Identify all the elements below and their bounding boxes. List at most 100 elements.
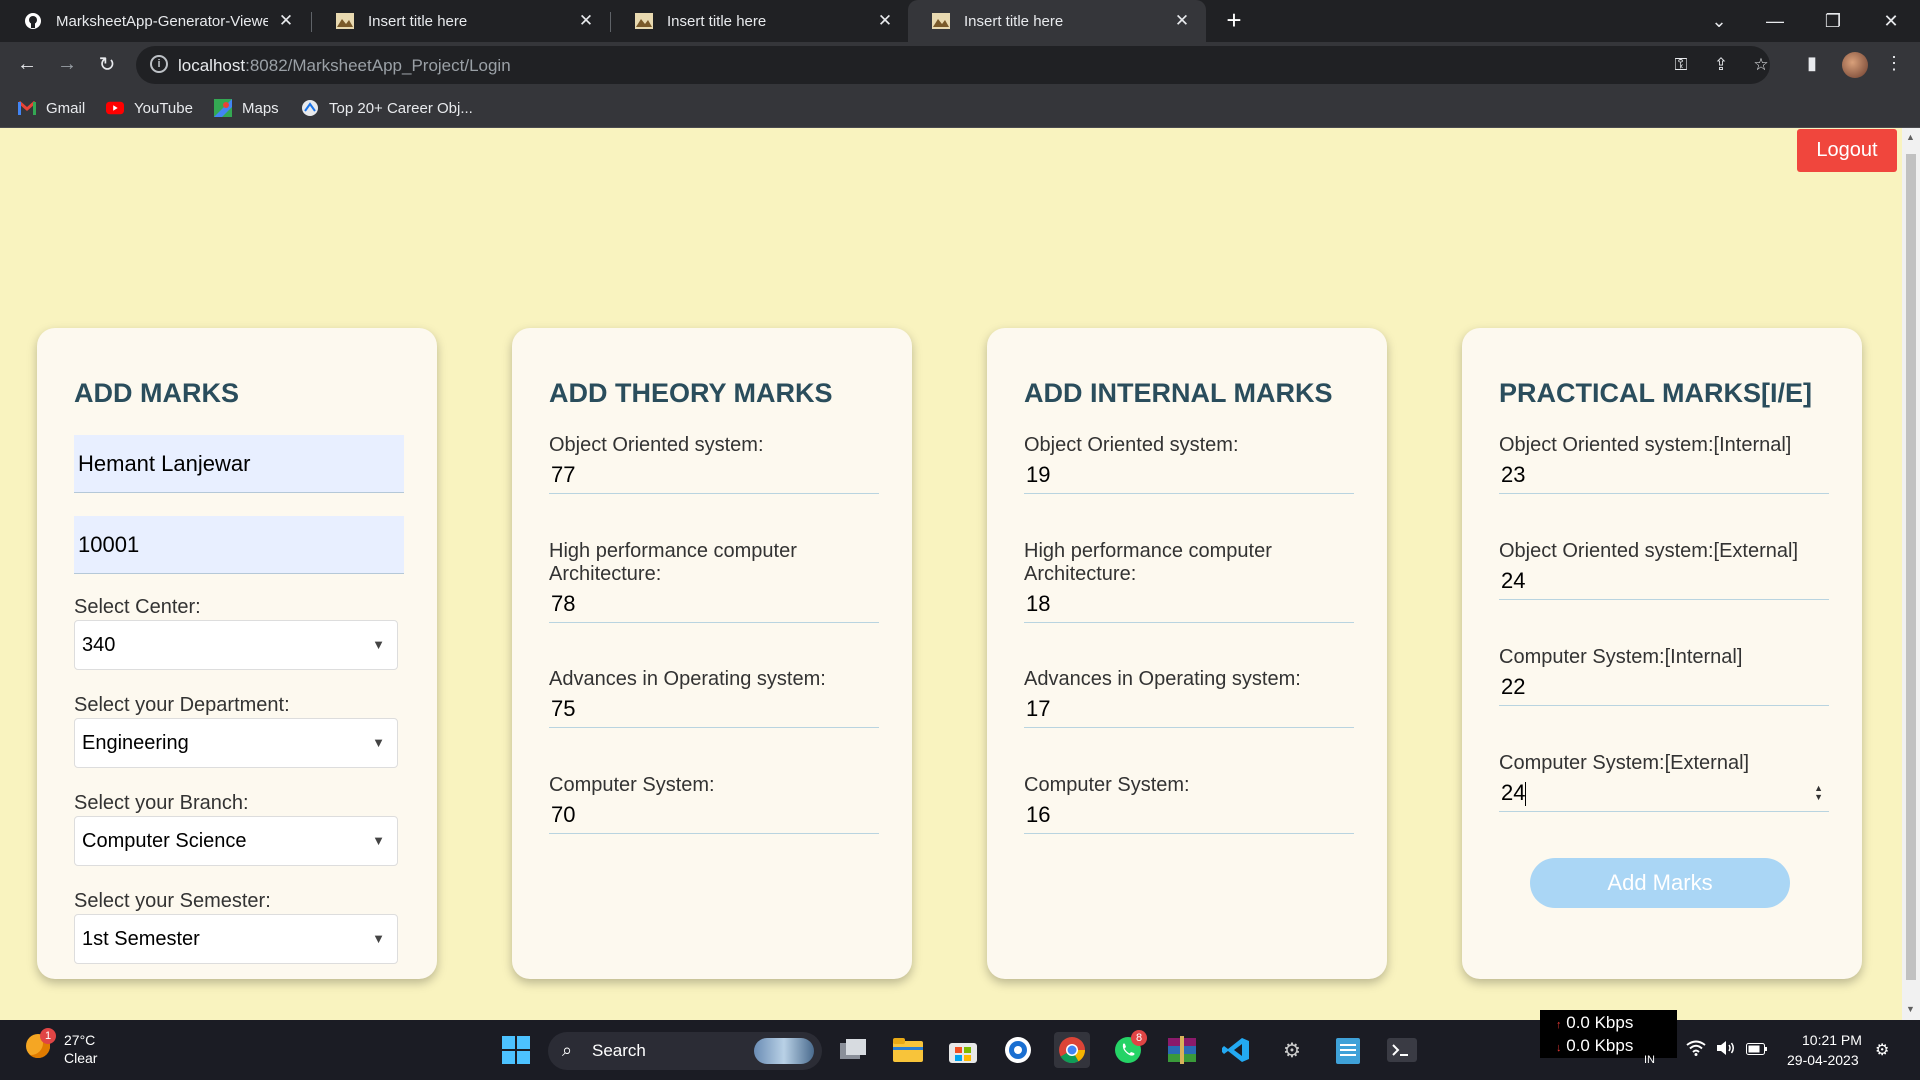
globe-icon xyxy=(301,99,319,117)
key-icon[interactable]: ⚿ xyxy=(1670,54,1692,76)
net-up-value: 0.0 Kbps xyxy=(1566,1013,1634,1032)
internal-hpca-field: High performance computer Architecture: … xyxy=(1024,540,1354,623)
wifi-icon[interactable] xyxy=(1686,1040,1706,1061)
theory-marks-card: ADD THEORY MARKS Object Oriented system:… xyxy=(512,328,912,979)
new-tab-button[interactable]: + xyxy=(1219,5,1249,35)
tab-insert-title-2[interactable]: Insert title here ✕ xyxy=(611,0,909,42)
logout-button[interactable]: Logout xyxy=(1797,129,1897,172)
terminal-icon[interactable] xyxy=(1384,1032,1420,1068)
select-value: 1st Semester xyxy=(82,928,200,950)
weather-temp: 27°C xyxy=(64,1032,96,1048)
tab-insert-title-3[interactable]: Insert title here ✕ xyxy=(908,0,1206,42)
microsoft-store-icon[interactable] xyxy=(945,1032,981,1068)
vscode-icon[interactable] xyxy=(1218,1032,1254,1068)
branch-select[interactable]: Computer Science ▼ xyxy=(74,816,398,866)
tab-strip: MarksheetApp-Generator-Viewer ✕ Insert t… xyxy=(0,0,1920,42)
settings-gear-icon[interactable]: ⚙ xyxy=(1274,1032,1310,1068)
url-host: localhost xyxy=(178,56,246,75)
side-panel-icon[interactable]: ▮ xyxy=(1800,51,1824,75)
close-icon[interactable]: ✕ xyxy=(276,11,296,31)
field-label: High performance computer Architecture: xyxy=(1024,540,1272,585)
field-label: High performance computer Architecture: xyxy=(549,540,797,585)
clock-date[interactable]: 29-04-2023 xyxy=(1787,1052,1859,1068)
practical-oos-external-input[interactable]: 24 xyxy=(1499,563,1829,600)
share-icon[interactable]: ⇪ xyxy=(1710,54,1732,76)
volume-icon[interactable] xyxy=(1716,1040,1736,1061)
restore-button[interactable]: ❐ xyxy=(1808,0,1858,42)
upload-arrow-icon: ↑ xyxy=(1556,1019,1562,1031)
taskbar-search[interactable]: ⌕ Search xyxy=(548,1032,822,1070)
semester-select[interactable]: 1st Semester ▼ xyxy=(74,914,398,964)
clock-time[interactable]: 10:21 PM xyxy=(1802,1032,1862,1048)
theory-oos-input[interactable]: 77 xyxy=(549,457,879,494)
tab-github[interactable]: MarksheetApp-Generator-Viewer ✕ xyxy=(0,0,310,42)
internal-oos-input[interactable]: 19 xyxy=(1024,457,1354,494)
github-icon xyxy=(24,12,42,30)
notification-bell-icon[interactable]: ⚙ xyxy=(1875,1040,1889,1060)
number-spinner-icon[interactable]: ▲ ▼ xyxy=(1814,784,1823,802)
bookmark-career[interactable]: Top 20+ Career Obj... xyxy=(301,97,473,119)
card-title: ADD MARKS xyxy=(74,378,239,408)
file-explorer-icon[interactable] xyxy=(890,1032,926,1068)
department-label: Select your Department: xyxy=(74,694,290,716)
scrollbar-thumb[interactable] xyxy=(1906,154,1916,980)
close-window-button[interactable]: ✕ xyxy=(1866,0,1916,42)
minimize-button[interactable]: — xyxy=(1750,0,1800,42)
close-icon[interactable]: ✕ xyxy=(875,11,895,31)
edge-browser-icon[interactable] xyxy=(1000,1032,1036,1068)
field-label: Object Oriented system:[External] xyxy=(1499,540,1799,562)
practical-cs-internal-input[interactable]: 22 xyxy=(1499,669,1829,706)
roll-number-input[interactable]: 10001 xyxy=(74,516,404,574)
address-bar[interactable]: i localhost:8082/MarksheetApp_Project/Lo… xyxy=(136,46,1770,84)
bookmark-star-icon[interactable]: ☆ xyxy=(1750,54,1772,76)
net-upload: ↑ 0.0 Kbps xyxy=(1556,1013,1633,1033)
menu-kebab-icon[interactable]: ⋮ xyxy=(1882,51,1906,75)
theory-cs-input[interactable]: 70 xyxy=(549,797,879,834)
chrome-icon[interactable] xyxy=(1054,1032,1090,1068)
whatsapp-badge: 8 xyxy=(1131,1030,1147,1046)
bookmark-youtube[interactable]: YouTube xyxy=(106,97,193,119)
notepad-icon[interactable] xyxy=(1330,1032,1366,1068)
internal-hpca-input[interactable]: 18 xyxy=(1024,586,1354,623)
forward-arrow-icon[interactable]: → xyxy=(52,49,82,79)
internal-aos-input[interactable]: 17 xyxy=(1024,691,1354,728)
bookmarks-bar: Gmail YouTube Maps Top 20+ Career Obj... xyxy=(0,88,1920,128)
task-view-icon[interactable] xyxy=(836,1032,872,1068)
reload-icon[interactable]: ↻ xyxy=(92,49,122,79)
scroll-down-arrow-icon[interactable]: ▼ xyxy=(1906,1004,1915,1014)
theory-aos-input[interactable]: 75 xyxy=(549,691,879,728)
theory-cs-field: Computer System: 70 xyxy=(549,774,879,834)
add-marks-button[interactable]: Add Marks xyxy=(1530,858,1790,908)
language-indicator[interactable]: IN xyxy=(1644,1054,1655,1066)
branch-label: Select your Branch: xyxy=(74,792,249,814)
back-arrow-icon[interactable]: ← xyxy=(12,49,42,79)
winrar-icon[interactable] xyxy=(1164,1032,1200,1068)
windows-start-icon[interactable] xyxy=(498,1032,534,1068)
vertical-scrollbar[interactable]: ▲ ▼ xyxy=(1902,128,1920,1020)
scroll-up-arrow-icon[interactable]: ▲ xyxy=(1906,132,1915,142)
field-label: Object Oriented system: xyxy=(549,434,764,456)
theory-hpca-input[interactable]: 78 xyxy=(549,586,879,623)
weather-widget[interactable]: 1 27°C Clear xyxy=(24,1028,114,1072)
internal-cs-input[interactable]: 16 xyxy=(1024,797,1354,834)
avatar[interactable] xyxy=(1842,52,1868,78)
internal-cs-field: Computer System: 16 xyxy=(1024,774,1354,834)
url-text[interactable]: localhost:8082/MarksheetApp_Project/Logi… xyxy=(178,56,511,76)
internal-aos-field: Advances in Operating system: 17 xyxy=(1024,668,1354,728)
student-name-input[interactable]: Hemant Lanjewar xyxy=(74,435,404,493)
practical-cs-external-input[interactable]: 24 ▲ ▼ xyxy=(1499,775,1829,812)
battery-icon[interactable] xyxy=(1746,1042,1768,1060)
site-info-icon[interactable]: i xyxy=(150,55,168,73)
youtube-icon xyxy=(106,99,124,117)
bookmark-gmail[interactable]: Gmail xyxy=(18,97,85,119)
practical-cs-external-field: Computer System:[External] 24 ▲ ▼ xyxy=(1499,752,1829,812)
close-icon[interactable]: ✕ xyxy=(1172,11,1192,31)
tab-insert-title-1[interactable]: Insert title here ✕ xyxy=(312,0,610,42)
practical-oos-internal-input[interactable]: 23 xyxy=(1499,457,1829,494)
search-label: Search xyxy=(592,1041,646,1060)
bookmark-maps[interactable]: Maps xyxy=(214,97,279,119)
close-icon[interactable]: ✕ xyxy=(576,11,596,31)
tab-search-chevron-icon[interactable]: ⌄ xyxy=(1694,0,1744,42)
center-select[interactable]: 340 ▼ xyxy=(74,620,398,670)
department-select[interactable]: Engineering ▼ xyxy=(74,718,398,768)
